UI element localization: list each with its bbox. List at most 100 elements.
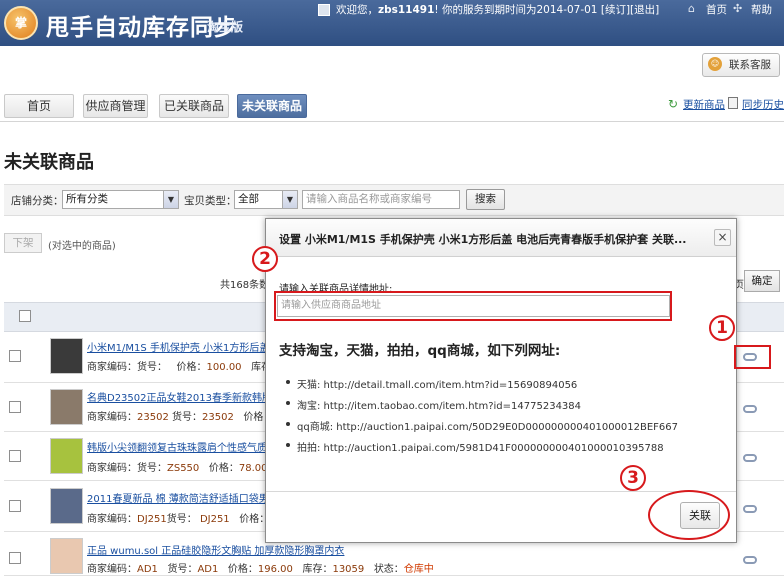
goods-value: AD1	[197, 564, 219, 575]
goods-label: 货号：	[137, 362, 167, 373]
goods-label: 货号：	[166, 514, 197, 525]
goods-label: 货号：	[137, 463, 167, 474]
product-title-text: 正品 wumu.sol 正品硅胶隐形文胸贴 加厚款	[87, 546, 285, 557]
message-icon	[318, 4, 330, 16]
type-label: 宝贝类型：	[184, 195, 237, 207]
link-chain-icon[interactable]	[743, 454, 757, 462]
product-thumbnail	[50, 389, 83, 425]
tab-supplier-management[interactable]: 供应商管理	[83, 94, 148, 118]
example-text: qq商城: http://auction1.paipai.com/50D29E0…	[297, 422, 679, 433]
bullet-icon	[286, 401, 290, 405]
row-checkbox[interactable]	[9, 401, 21, 413]
username: zbs11491	[378, 4, 435, 16]
refresh-icon: ↻	[668, 97, 679, 111]
bullet-icon	[286, 422, 290, 426]
code-label: 商家编码：	[87, 514, 137, 525]
app-subtitle: 淘宝版	[207, 20, 244, 34]
code-value: 23502	[137, 412, 169, 423]
product-title-link[interactable]: 正品 wumu.sol 正品硅胶隐形文胸贴 加厚款隐形胸罩内衣	[87, 542, 377, 557]
code-label: 商家编码：	[87, 412, 137, 423]
example-text: 天猫: http://detail.tmall.com/item.htm?id=…	[297, 380, 578, 391]
chevron-down-icon: ▼	[163, 191, 178, 208]
price-label: 价格：	[176, 362, 207, 373]
row-checkbox[interactable]	[9, 500, 21, 512]
expiry-text: ! 你的服务到期时间为2014-07-01	[434, 4, 598, 16]
support-heading: 支持淘宝，天猫，拍拍，qq商城，如下列网址:	[279, 343, 561, 359]
price-value: 196.00	[257, 564, 293, 575]
offshelf-hint: (对选中的商品)	[48, 241, 116, 252]
product-thumbnail	[50, 488, 83, 524]
link-chain-icon[interactable]	[743, 505, 757, 513]
product-title-link[interactable]: 韩版小尖领翻领复古珠珠露肩个性感气质雪	[87, 439, 265, 454]
product-thumbnail	[50, 338, 83, 374]
product-title-link[interactable]: 名典D23502正品女鞋2013春季新款韩版高跟	[87, 389, 265, 404]
goods-value: ZS550	[167, 463, 200, 474]
type-value: 全部	[238, 193, 259, 205]
tab-home[interactable]: 首页	[4, 94, 74, 118]
chevron-down-icon: ▼	[282, 191, 297, 208]
help-link[interactable]: 帮助	[751, 2, 772, 17]
welcome-message: 欢迎您，zbs11491! 你的服务到期时间为2014-07-01 [续订][退…	[336, 2, 659, 17]
search-input[interactable]: 请输入商品名称或商家编号	[302, 190, 460, 209]
home-icon: ⌂	[688, 2, 695, 15]
product-meta: 商家编码：AD1 货号：AD1 价格：196.00 库存：13059 状态：仓库…	[87, 560, 434, 575]
tab-linked-products[interactable]: 已关联商品	[159, 94, 229, 118]
app-logo: 掌	[4, 6, 38, 40]
welcome-prefix: 欢迎您，	[336, 4, 378, 16]
product-title-tail: 隐形胸罩内衣	[284, 546, 345, 557]
close-icon[interactable]: ×	[714, 229, 731, 246]
goods-value: 23502	[202, 412, 234, 423]
annotation-1: 1	[709, 315, 735, 341]
row-checkbox[interactable]	[9, 450, 21, 462]
offshelf-button[interactable]: 下架	[4, 233, 42, 253]
page-confirm-button[interactable]: 确定	[744, 270, 780, 292]
product-title-link[interactable]: 小米M1/M1S 手机保护壳 小米1方形后盖 电	[87, 339, 270, 354]
product-meta: 商家编码：货号：ZS550 价格：78.00	[87, 459, 267, 474]
product-meta: 商家编码：DJ251货号： DJ251 价格：511	[87, 510, 288, 525]
example-url-taobao: 淘宝: http://item.taobao.com/item.htm?id=1…	[286, 397, 582, 412]
code-label: 商家编码：	[87, 463, 137, 474]
price-label: 价格：	[208, 463, 239, 474]
refresh-products-link[interactable]: 更新商品	[683, 97, 725, 112]
category-select[interactable]: 所有分类 ▼	[62, 190, 179, 209]
price-value: 100.00	[206, 362, 242, 373]
tab-unlinked-products[interactable]: 未关联商品	[237, 94, 307, 118]
bullet-icon	[286, 443, 290, 447]
type-select[interactable]: 全部 ▼	[234, 190, 298, 209]
annotation-1-box	[734, 345, 771, 369]
sync-history-link[interactable]: 同步历史	[742, 97, 784, 112]
home-link[interactable]: 首页	[706, 2, 727, 17]
dialog-title: 设置 小米M1/M1S 手机保护壳 小米1方形后盖 电池后壳青春版手机保护套 关…	[279, 233, 687, 246]
product-thumbnail	[50, 538, 83, 574]
help-icon: ✣	[733, 2, 743, 15]
example-text: 拍拍: http://auction1.paipai.com/5981D41F0…	[297, 443, 664, 454]
category-value: 所有分类	[66, 193, 108, 205]
product-title-link[interactable]: 2011春夏新品 棉 薄款简洁舒适插口袋男牛	[87, 490, 265, 505]
example-text: 淘宝: http://item.taobao.com/item.htm?id=1…	[297, 401, 582, 412]
status-label: 状态：	[373, 564, 404, 575]
history-icon	[728, 97, 738, 109]
product-meta: 商家编码：23502 货号：23502 价格：222	[87, 408, 292, 423]
goods-label: 货号：	[167, 564, 198, 575]
search-button[interactable]: 搜索	[466, 189, 505, 210]
price-value: 78.00	[238, 463, 268, 474]
status-value: 仓库中	[403, 564, 434, 575]
stock-label: 库存：	[302, 564, 333, 575]
logout-link[interactable]: [退出]	[630, 4, 659, 16]
product-thumbnail	[50, 438, 83, 474]
annotation-2-box	[274, 291, 672, 321]
select-all-checkbox[interactable]	[19, 310, 31, 322]
code-value: AD1	[137, 564, 158, 575]
service-avatar-icon: ☺	[708, 57, 722, 71]
link-chain-icon[interactable]	[743, 556, 757, 564]
bullet-icon	[286, 380, 290, 384]
example-url-paipai: 拍拍: http://auction1.paipai.com/5981D41F0…	[286, 439, 664, 454]
row-checkbox[interactable]	[9, 552, 21, 564]
example-url-qq: qq商城: http://auction1.paipai.com/50D29E0…	[286, 418, 679, 433]
row-checkbox[interactable]	[9, 350, 21, 362]
goods-value: DJ251	[199, 514, 230, 525]
code-label: 商家编码：	[87, 564, 137, 575]
renew-link[interactable]: [续订]	[601, 4, 630, 16]
link-chain-icon[interactable]	[743, 405, 757, 413]
annotation-3-ellipse	[648, 490, 730, 540]
